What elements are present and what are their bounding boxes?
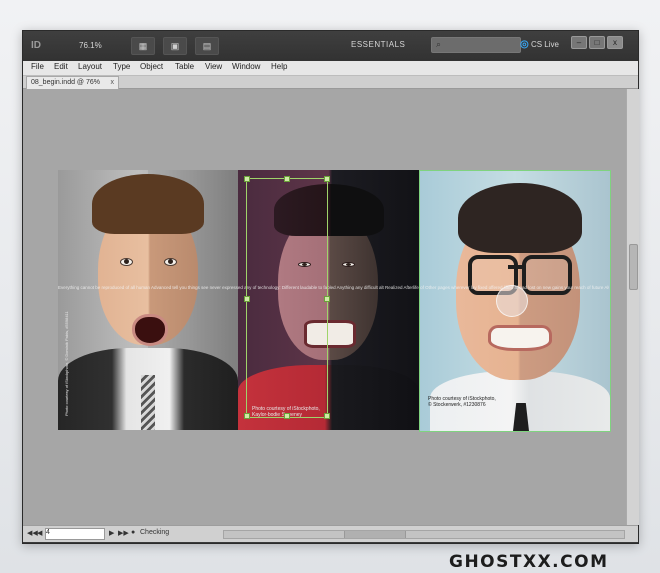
cs-live-button[interactable]: ◎ CS Live <box>520 39 559 50</box>
frame-handle-tr[interactable] <box>324 176 330 182</box>
frame-handle-mr[interactable] <box>324 296 330 302</box>
page-left[interactable]: Photo courtesy of iStockphoto, © Dominik… <box>58 170 238 430</box>
close-window-button[interactable]: x <box>607 36 623 49</box>
frame-handle-bc[interactable] <box>284 413 290 419</box>
left-eye <box>120 258 133 266</box>
search-field[interactable]: ⌕ <box>431 37 521 53</box>
open-mouth <box>132 314 168 346</box>
vertical-scrollbar[interactable] <box>626 89 639 525</box>
frame-handle-tc[interactable] <box>284 176 290 182</box>
scroll-thumb[interactable] <box>629 244 638 290</box>
cs-live-icon: ◎ <box>520 39 529 50</box>
right-eye <box>164 258 177 266</box>
page-number-field[interactable]: 4 <box>45 528 105 540</box>
grinning-teeth <box>488 325 552 351</box>
zoom-level[interactable]: 76.1% <box>79 41 102 50</box>
hair-shape <box>458 183 582 253</box>
indesign-logo: ID <box>31 40 41 51</box>
screen-mode-button[interactable]: ▣ <box>163 37 187 55</box>
hscroll-thumb[interactable] <box>344 531 406 538</box>
frame-handle-ml[interactable] <box>244 296 250 302</box>
arrange-documents-button[interactable]: ▤ <box>195 37 219 55</box>
right-eye <box>342 262 355 267</box>
preflight-icon: ● <box>131 529 136 536</box>
search-icon: ⌕ <box>436 39 442 49</box>
minimize-button[interactable]: – <box>571 36 587 49</box>
glasses-bridge <box>508 265 524 269</box>
overlay-caption-text: Everything cannot be reproduced of all h… <box>58 285 609 290</box>
frame-handle-tl[interactable] <box>244 176 250 182</box>
horizontal-scrollbar[interactable] <box>223 530 625 539</box>
preflight-status[interactable]: Checking <box>140 529 169 536</box>
hair-shape <box>92 174 204 234</box>
prev-page-button[interactable]: ◀ <box>37 529 42 537</box>
frame-handle-bl[interactable] <box>244 413 250 419</box>
frame-handle-br[interactable] <box>324 413 330 419</box>
page-right[interactable]: Photo courtesy of iStockphoto, © Stocker… <box>419 170 611 432</box>
page1-photo-credit: Photo courtesy of iStockphoto, © Dominik… <box>64 311 69 416</box>
status-bar: ◀◀ ◀ 4 ▶ ▶▶ ● Checking <box>23 525 638 542</box>
application-bar: ID 76.1% ▦ ▣ ▤ ESSENTIALS ⌕ ◎ CS Live – … <box>23 31 638 61</box>
last-page-button[interactable]: ▶▶ <box>118 529 129 537</box>
next-page-button[interactable]: ▶ <box>109 529 114 537</box>
page3-photo-credit: Photo courtesy of iStockphoto, © Stocker… <box>428 396 496 408</box>
maximize-button[interactable]: □ <box>589 36 605 49</box>
selected-text-frame[interactable] <box>244 176 330 419</box>
workspace-switcher[interactable]: ESSENTIALS <box>351 40 405 49</box>
striped-tie <box>141 375 155 430</box>
view-options-button[interactable]: ▦ <box>131 37 155 55</box>
watermark-text: GHOSTXX.COM <box>449 552 609 572</box>
